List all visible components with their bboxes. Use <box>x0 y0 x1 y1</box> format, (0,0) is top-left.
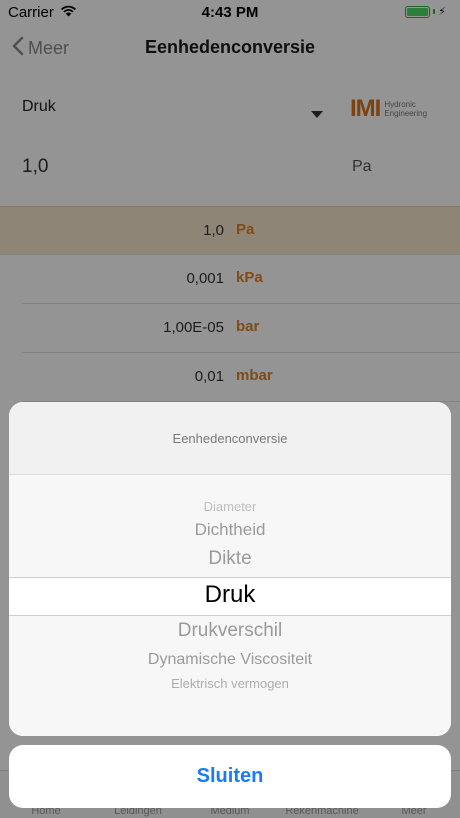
picker-item[interactable]: Dichtheid <box>9 520 451 540</box>
unit-picker[interactable]: Diameter Dichtheid Dikte Druk Drukversch… <box>9 475 451 736</box>
picker-item[interactable]: Elektrisch vermogen <box>9 676 451 691</box>
action-sheet: Eenhedenconversie Diameter Dichtheid Dik… <box>9 402 451 736</box>
picker-item[interactable]: Diameter <box>9 499 451 514</box>
picker-item-selected[interactable]: Druk <box>9 581 451 609</box>
close-button[interactable]: Sluiten <box>9 745 451 808</box>
picker-item[interactable]: Drukverschil <box>9 620 451 642</box>
picker-item[interactable]: Dikte <box>9 548 451 570</box>
action-sheet-header: Eenhedenconversie <box>9 402 451 475</box>
picker-item[interactable]: Dynamische Viscositeit <box>9 651 451 669</box>
action-sheet-title: Eenhedenconversie <box>172 430 288 446</box>
